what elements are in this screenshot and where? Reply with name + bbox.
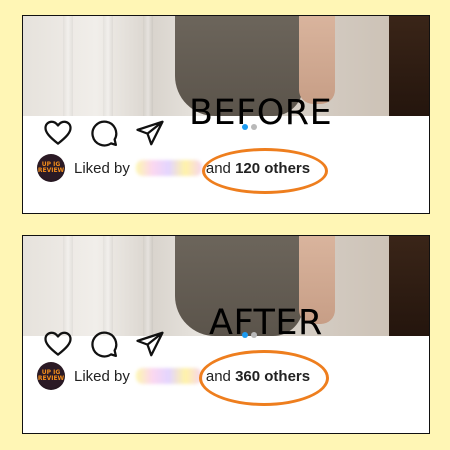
liked-by-label: Liked by bbox=[74, 367, 130, 385]
after-post-card: AFTER UP IG REVIEW Liked by and 360 othe… bbox=[22, 235, 430, 434]
heart-icon[interactable] bbox=[43, 329, 73, 359]
comment-icon[interactable] bbox=[89, 329, 119, 359]
carousel-dot-active bbox=[242, 332, 248, 338]
post-actions bbox=[43, 329, 165, 359]
blurred-username bbox=[135, 368, 202, 384]
highlight-circle bbox=[202, 148, 328, 194]
heart-icon[interactable] bbox=[43, 118, 73, 148]
carousel-dots bbox=[242, 332, 257, 338]
carousel-dot bbox=[251, 124, 257, 130]
post-actions bbox=[43, 118, 165, 148]
share-icon[interactable] bbox=[135, 329, 165, 359]
carousel-dots bbox=[242, 124, 257, 130]
avatar[interactable]: UP IG REVIEW bbox=[37, 154, 65, 182]
after-label: AFTER bbox=[209, 303, 323, 343]
comment-icon[interactable] bbox=[89, 118, 119, 148]
highlight-circle bbox=[199, 350, 329, 406]
before-label: BEFORE bbox=[189, 93, 333, 133]
avatar[interactable]: UP IG REVIEW bbox=[37, 362, 65, 390]
carousel-dot-active bbox=[242, 124, 248, 130]
before-post-card: BEFORE UP IG REVIEW Liked by and 120 oth… bbox=[22, 15, 430, 214]
blurred-username bbox=[135, 160, 202, 176]
carousel-dot bbox=[251, 332, 257, 338]
share-icon[interactable] bbox=[135, 118, 165, 148]
liked-by-label: Liked by bbox=[74, 159, 130, 177]
